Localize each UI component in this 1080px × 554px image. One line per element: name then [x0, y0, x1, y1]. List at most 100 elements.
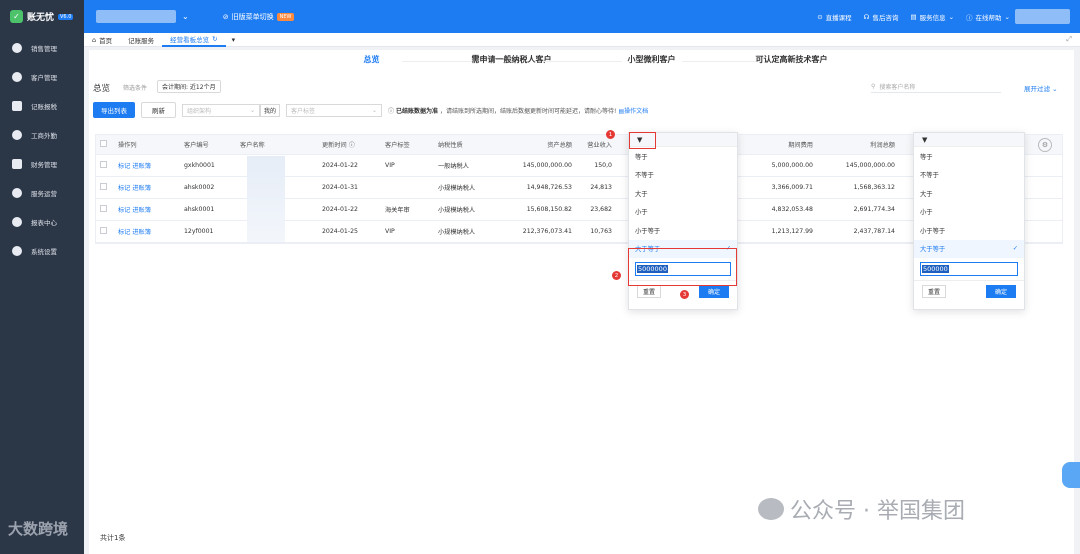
header-link-support[interactable]: ☊ 售后咨询 — [864, 12, 899, 22]
sidebar-item-sales[interactable]: 销售管理 — [0, 33, 84, 62]
column-settings-icon[interactable]: ⚙ — [1038, 137, 1052, 152]
sidebar-item-bookkeeping[interactable]: 记账报税 — [0, 91, 84, 120]
logo[interactable]: ✓ 账无忧 V6.0 — [0, 0, 84, 33]
fullscreen-icon[interactable]: ⤢ — [1066, 35, 1072, 44]
row-checkbox[interactable] — [100, 205, 107, 212]
chevron-down-icon: ⌄ — [371, 106, 378, 114]
expand-filter-link[interactable]: 展开过滤 ⌄ — [1024, 83, 1058, 93]
tab-strip: ⌂ 首页 记账服务 经营看板总览 ↻ ▾ ⤢ — [84, 33, 1080, 47]
filter-option-neq[interactable]: 不等于 — [629, 166, 737, 185]
filter-option-lt[interactable]: 小于 — [914, 203, 1024, 222]
sales-icon — [12, 42, 22, 53]
trend-icon — [12, 187, 22, 198]
help-icon: ⓘ — [966, 13, 973, 22]
sidebar-item-settings[interactable]: 系统设置 — [0, 236, 84, 265]
sidebar-item-reports[interactable]: 报表中心 — [0, 207, 84, 236]
total-count: 共计1条 — [100, 534, 126, 542]
watermark-right: 公众号 · 举国集团 — [758, 493, 965, 525]
check-icon: ✓ — [1012, 245, 1018, 253]
col-updated: 更新时间 ⓘ — [322, 142, 355, 149]
old-menu-label: 旧版菜单切换 — [231, 12, 274, 21]
filter-chip-period[interactable]: 会计期间: 近12个月 — [157, 80, 221, 93]
chevron-down-icon: ⌄ — [1004, 12, 1010, 21]
filter-reset-button[interactable]: 重置 — [637, 285, 662, 298]
pie-chart-icon — [12, 216, 22, 227]
filter-option-eq[interactable]: 等于 — [629, 147, 737, 166]
tab-more-icon[interactable]: ▾ — [232, 36, 236, 44]
assistant-float-icon[interactable] — [1062, 462, 1080, 488]
company-name-blurred[interactable] — [96, 10, 176, 23]
search-input[interactable]: ⚲ 搜索客户名称 — [871, 81, 1001, 93]
header-link-live[interactable]: ⊙ 直播课程 — [817, 12, 851, 22]
filter-option-gte[interactable]: 大于等于 ✓ — [914, 239, 1024, 258]
app-logo-icon: ✓ — [10, 10, 23, 23]
header-link-help[interactable]: ⓘ 在线帮助 ⌄ — [966, 12, 1010, 22]
sidebar: 销售管理 客户管理 记账报税 工商外勤 财务管理 服务运营 报表中心 系统设置 — [0, 33, 84, 554]
tab-bookkeeping[interactable]: 记账服务 — [120, 33, 162, 47]
sidebar-item-field[interactable]: 工商外勤 — [0, 120, 84, 149]
filter-confirm-button[interactable]: 确定 — [698, 285, 729, 298]
col-expense: 期间费用 — [788, 142, 813, 149]
tab-dashboard[interactable]: 经营看板总览 ↻ — [162, 33, 226, 47]
filter-reset-button[interactable]: 重置 — [922, 285, 947, 298]
segtab-general-taxpayer[interactable]: 需申请一般纳税人客户 — [442, 54, 622, 68]
refresh-button[interactable]: 刷新 — [141, 102, 176, 118]
user-avatar-blurred[interactable] — [1015, 9, 1070, 24]
refresh-icon[interactable]: ↻ — [212, 35, 217, 43]
switch-icon: ⊘ — [222, 12, 229, 21]
filter-value-input[interactable]: 500000 — [920, 262, 1018, 276]
filter-popup-footer: 重置 确定 — [914, 280, 1024, 302]
new-badge: NEW — [276, 12, 295, 21]
row-actions[interactable]: 标记 进账簿 — [114, 205, 180, 214]
filter-option-eq[interactable]: 等于 — [914, 147, 1024, 166]
segtab-overview[interactable]: 总览 — [302, 54, 482, 68]
annotation-badge-1: 1 — [606, 130, 615, 139]
sidebar-item-operations[interactable]: 服务运营 — [0, 178, 84, 207]
header-link-service[interactable]: ▤ 服务信息 ⌄ — [910, 12, 954, 22]
segment-tabs: 总览 需申请一般纳税人客户 小型微利客户 可认定高新技术客户 — [89, 54, 1074, 68]
sidebar-item-customers[interactable]: 客户管理 — [0, 62, 84, 91]
play-icon: ⊙ — [817, 12, 823, 21]
row-checkbox[interactable] — [100, 227, 107, 234]
row-actions[interactable]: 标记 进账簿 — [114, 183, 180, 192]
row-actions[interactable]: 标记 进账簿 — [114, 227, 180, 236]
export-button[interactable]: 导出列表 — [93, 102, 135, 118]
chevron-down-icon[interactable]: ⌄ — [182, 12, 189, 21]
row-actions[interactable]: 标记 进账簿 — [114, 161, 180, 170]
filter-option-gt[interactable]: 大于 — [629, 184, 737, 203]
header-links: ⊙ 直播课程 ☊ 售后咨询 ▤ 服务信息 ⌄ ⓘ 在线帮助 ⌄ — [817, 0, 1010, 33]
filter-icon: ▼ — [922, 135, 928, 144]
segtab-small-profit[interactable]: 小型微利客户 — [582, 54, 762, 68]
docs-link[interactable]: ▤操作文档 — [618, 106, 648, 115]
action-row: 导出列表 刷新 组织架构 ⌄ 我的 客户标签 ⌄ ⓘ 已结账数据为准 ，请结账到所选期… — [93, 102, 648, 118]
wallet-icon — [12, 158, 22, 169]
filter-option-lt[interactable]: 小于 — [629, 203, 737, 222]
mine-button[interactable]: 我的 — [260, 103, 281, 117]
filter-option-lte[interactable]: 小于等于 — [914, 221, 1024, 240]
annotation-badge-2: 2 — [612, 271, 621, 280]
filter-option-lte[interactable]: 小于等于 — [629, 221, 737, 240]
tab-home[interactable]: ⌂ 首页 — [84, 33, 120, 47]
row-checkbox[interactable] — [100, 161, 107, 168]
notice: ⓘ 已结账数据为准 ，请结账到所选期间，结账后数据更新时间可能延迟，请耐心等待! … — [388, 106, 649, 115]
select-all-checkbox[interactable] — [100, 140, 107, 147]
sidebar-item-finance[interactable]: 财务管理 — [0, 149, 84, 178]
filter-popup-header: ▼ — [914, 133, 1024, 147]
annotation-badge-3: 3 — [680, 290, 689, 299]
org-select[interactable]: 组织架构 ⌄ — [182, 103, 260, 117]
headset-icon: ☊ — [863, 12, 870, 21]
filter-option-gt[interactable]: 大于 — [914, 184, 1024, 203]
top-header: ✓ 账无忧 V6.0 ⌄ ⊘ 旧版菜单切换 NEW ⊙ 直播课程 ☊ 售后咨询 ▤ 服… — [0, 0, 1080, 33]
user-icon — [12, 71, 22, 82]
document-icon: ▤ — [910, 12, 917, 21]
filter-label: 筛选条件 — [123, 85, 148, 92]
ledger-icon — [12, 100, 22, 111]
segtab-hightech[interactable]: 可认定高新技术客户 — [722, 54, 862, 68]
row-checkbox[interactable] — [100, 183, 107, 190]
old-menu-toggle[interactable]: ⊘ 旧版菜单切换 NEW — [223, 12, 295, 22]
chevron-down-icon: ⌄ — [249, 106, 255, 114]
filter-confirm-button[interactable]: 确定 — [985, 285, 1016, 298]
filter-option-neq[interactable]: 不等于 — [914, 166, 1024, 185]
tag-select[interactable]: 客户标签 ⌄ — [286, 103, 383, 117]
col-profit: 利润总额 — [870, 142, 895, 149]
